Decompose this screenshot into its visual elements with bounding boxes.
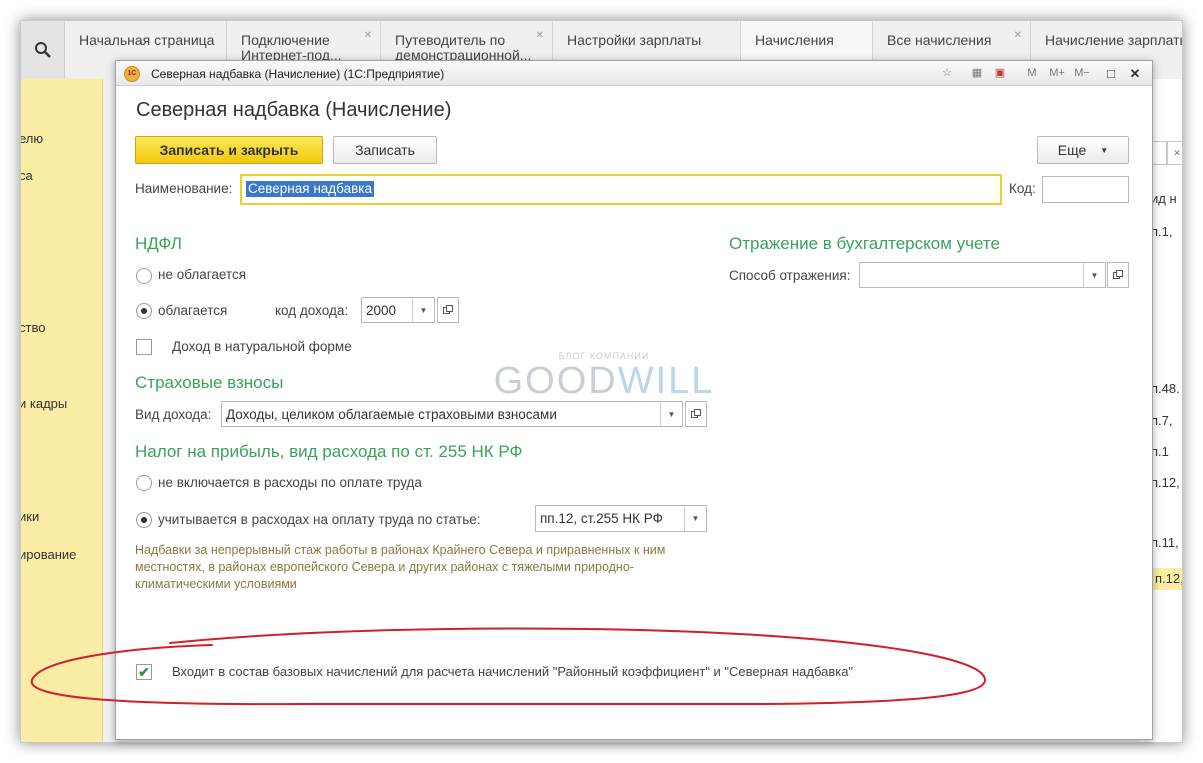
chevron-down-icon: ▼ [1100,145,1109,155]
open-accounting-method-button[interactable] [1107,262,1129,288]
memory-plus-button[interactable]: M+ [1046,66,1068,81]
natural-income-checkbox[interactable] [136,339,152,355]
code-input[interactable] [1042,176,1129,203]
calculator-icon[interactable]: ▦ [969,66,985,81]
sidebar: елю са ство и кадры ики ирование [21,79,103,742]
base-accruals-checkbox[interactable]: ✔ [136,664,152,680]
search-button[interactable] [21,21,65,79]
list-item: п.1, [1151,224,1173,239]
tab-label: Все начисления [887,32,992,48]
save-and-close-button[interactable]: Записать и закрыть [135,136,323,164]
tab-label: Начисления [755,32,834,48]
calendar-icon[interactable]: ▣ [992,66,1008,81]
memory-m-button[interactable]: M [1024,66,1040,81]
list-item: п.1 [1151,444,1169,459]
list-item: п.48. [1151,381,1180,396]
more-button[interactable]: Еще ▼ [1037,136,1129,164]
open-income-code-button[interactable] [437,297,459,323]
tab-label: Начальная страница [79,32,215,48]
tab-label: Настройки зарплаты [567,32,702,48]
article-value: пп.12, ст.255 НК РФ [540,511,663,526]
accounting-section-title: Отражение в бухгалтерском учете [729,234,1000,253]
included-radio[interactable] [136,512,152,528]
name-value: Северная надбавка [246,181,374,197]
open-icon [691,409,701,418]
search-icon [34,42,51,58]
income-code-value: 2000 [366,303,397,318]
income-type-label: Вид дохода: [135,407,212,422]
open-icon [1113,270,1123,279]
sidebar-item[interactable]: елю [21,131,43,146]
tab-label: Путеводитель по демонстрационной... [395,32,532,63]
watermark-top: БЛОГ КОМПАНИИ [558,351,650,361]
open-income-type-button[interactable] [685,401,707,427]
close-icon[interactable]: ✕ [1127,66,1143,81]
dialog-titlebar: 1С Северная надбавка (Начисление) (1С:Пр… [116,61,1152,86]
chevron-down-icon[interactable]: ▼ [660,402,682,426]
list-item-selected: п.12, [1153,568,1182,590]
ndfl-section-title: НДФЛ [135,234,182,253]
tab-label: Начисление зарплаты [1045,32,1183,48]
chevron-down-icon[interactable]: ▼ [684,506,706,531]
base-accruals-label: Входит в состав базовых начислений для р… [172,664,854,679]
code-label: Код: [1009,181,1036,196]
accounting-method-select[interactable]: ▼ [859,262,1106,288]
tab-label: Подключение Интернет-под... [241,32,342,63]
income-code-select[interactable]: 2000 ▼ [361,297,435,323]
close-icon[interactable]: ✕ [1014,28,1022,43]
close-icon: ✕ [1167,141,1182,165]
chevron-down-icon[interactable]: ▼ [412,298,434,322]
sidebar-item[interactable]: ство [21,320,45,335]
list-item: п.7, [1151,413,1173,428]
profit-tax-section-title: Налог на прибыль, вид расхода по ст. 255… [135,442,523,461]
article-note: Надбавки за непрерывный стаж работы в ра… [135,543,666,591]
watermark-logo: GOODWILL [484,361,724,401]
included-label: учитывается в расходах на оплату труда п… [158,512,481,527]
maximize-icon[interactable]: □ [1103,66,1119,81]
window-title: Северная надбавка (Начисление) (1С:Предп… [151,67,445,81]
sidebar-item[interactable]: ирование [21,547,76,562]
watermark-main-b: WILL [617,360,715,402]
memory-minus-button[interactable]: M− [1071,66,1093,81]
close-icon[interactable]: ✕ [364,28,372,43]
list-item: п.12, [1151,475,1180,490]
close-icon[interactable]: ✕ [536,28,544,43]
not-included-label: не включается в расходы по оплате труда [158,475,422,490]
income-code-label: код дохода: [275,303,349,318]
accrual-dialog: 1С Северная надбавка (Начисление) (1С:Пр… [115,60,1153,740]
sidebar-item[interactable]: са [21,168,33,183]
ndfl-not-taxed-radio[interactable] [136,268,152,284]
ndfl-taxed-label: облагается [158,303,228,318]
sidebar-item[interactable]: и кадры [21,396,67,411]
list-item: п.11, [1151,535,1179,550]
form-title: Северная надбавка (Начисление) [136,99,452,121]
sidebar-item[interactable]: ики [21,509,39,524]
ndfl-not-taxed-label: не облагается [158,267,247,282]
open-icon [443,305,453,314]
not-included-radio[interactable] [136,475,152,491]
natural-income-label: Доход в натуральной форме [172,339,352,354]
ndfl-taxed-radio[interactable] [136,303,152,319]
1c-logo-icon: 1С [124,66,140,82]
income-type-select[interactable]: Доходы, целиком облагаемые страховыми вз… [221,401,683,427]
watermark-main-a: GOOD [493,360,618,402]
list-header: ид н [1151,191,1177,206]
name-label: Наименование: [135,181,233,196]
accounting-method-label: Способ отражения: [729,268,851,283]
chevron-down-icon[interactable]: ▼ [1083,263,1105,287]
more-label: Еще [1057,142,1087,158]
income-type-value: Доходы, целиком облагаемые страховыми вз… [226,407,557,422]
article-select[interactable]: пп.12, ст.255 НК РФ ▼ [535,505,707,532]
save-button[interactable]: Записать [333,136,437,164]
insurance-section-title: Страховые взносы [135,373,284,392]
name-input[interactable]: Северная надбавка [240,174,1002,205]
favorite-star-icon[interactable]: ☆ [939,66,955,81]
